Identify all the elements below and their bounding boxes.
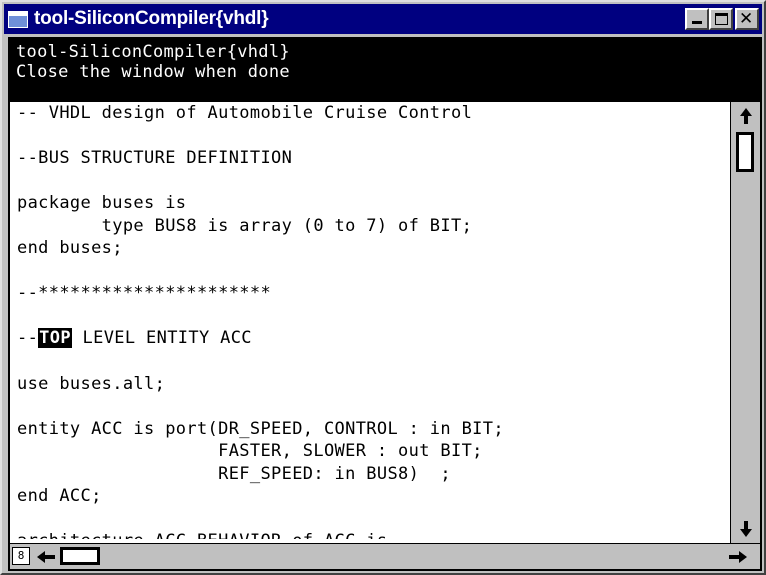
code-suffix: LEVEL ENTITY ACC	[71, 328, 252, 349]
scroll-down-button[interactable]	[731, 515, 760, 543]
code-line: type BUS8 is array (0 to 7) of BIT;	[17, 215, 473, 236]
code-line-highlighted: --TOP LEVEL ENTITY ACC	[17, 327, 730, 350]
window-controls: ✕	[685, 8, 759, 30]
code-line: FASTER, SLOWER : out BIT;	[17, 441, 483, 462]
editor-window: tool-SiliconCompiler{vhdl} ✕ tool-Silico…	[0, 0, 766, 575]
code-line: -- VHDL design of Automobile Cruise Cont…	[17, 103, 473, 123]
window-icon[interactable]	[8, 10, 28, 28]
arrow-up-icon	[739, 108, 752, 124]
scroll-left-button[interactable]	[32, 544, 60, 569]
minimize-icon	[692, 21, 702, 24]
scroll-right-button[interactable]	[724, 544, 752, 569]
code-line: end ACC;	[17, 486, 102, 507]
maximize-icon	[715, 13, 728, 25]
close-icon: ✕	[739, 9, 754, 29]
maximize-button[interactable]	[709, 8, 733, 30]
window-title: tool-SiliconCompiler{vhdl}	[34, 8, 269, 29]
code-editor[interactable]: -- VHDL design of Automobile Cruise Cont…	[10, 102, 730, 539]
message-line: tool-SiliconCompiler{vhdl}	[16, 42, 290, 62]
code-line: end buses;	[17, 238, 123, 259]
code-line: entity ACC is port(DR_SPEED, CONTROL : i…	[17, 418, 504, 439]
code-line: use buses.all;	[17, 373, 166, 394]
arrow-right-icon	[729, 550, 747, 563]
vertical-scroll-thumb[interactable]	[736, 132, 754, 172]
arrow-down-icon	[739, 521, 752, 537]
title-bar[interactable]: tool-SiliconCompiler{vhdl} ✕	[4, 4, 762, 34]
vertical-scrollbar[interactable]	[730, 102, 760, 543]
text-selection[interactable]: TOP	[38, 328, 72, 349]
code-line: REF_SPEED: in BUS8) ;	[17, 463, 451, 484]
code-prefix: --	[17, 328, 39, 349]
client-area: tool-SiliconCompiler{vhdl} Close the win…	[8, 37, 762, 571]
code-line: --**********************	[17, 283, 272, 304]
corner-icon[interactable]: 8	[12, 547, 30, 565]
horizontal-scrollbar[interactable]: 8	[10, 543, 760, 569]
horizontal-scroll-thumb[interactable]	[60, 547, 100, 565]
code-line: package buses is	[17, 193, 187, 214]
arrow-left-icon	[37, 550, 55, 563]
code-line: --BUS STRUCTURE DEFINITION	[17, 148, 293, 169]
message-bar: tool-SiliconCompiler{vhdl} Close the win…	[10, 39, 760, 102]
message-line: Close the window when done	[16, 62, 290, 82]
scroll-up-button[interactable]	[731, 102, 760, 130]
minimize-button[interactable]	[685, 8, 709, 30]
code-line: architecture ACC_BEHAVIOR of ACC is	[17, 530, 730, 539]
close-button[interactable]: ✕	[735, 8, 759, 30]
code-text: -- VHDL design of Automobile Cruise Cont…	[10, 102, 730, 539]
